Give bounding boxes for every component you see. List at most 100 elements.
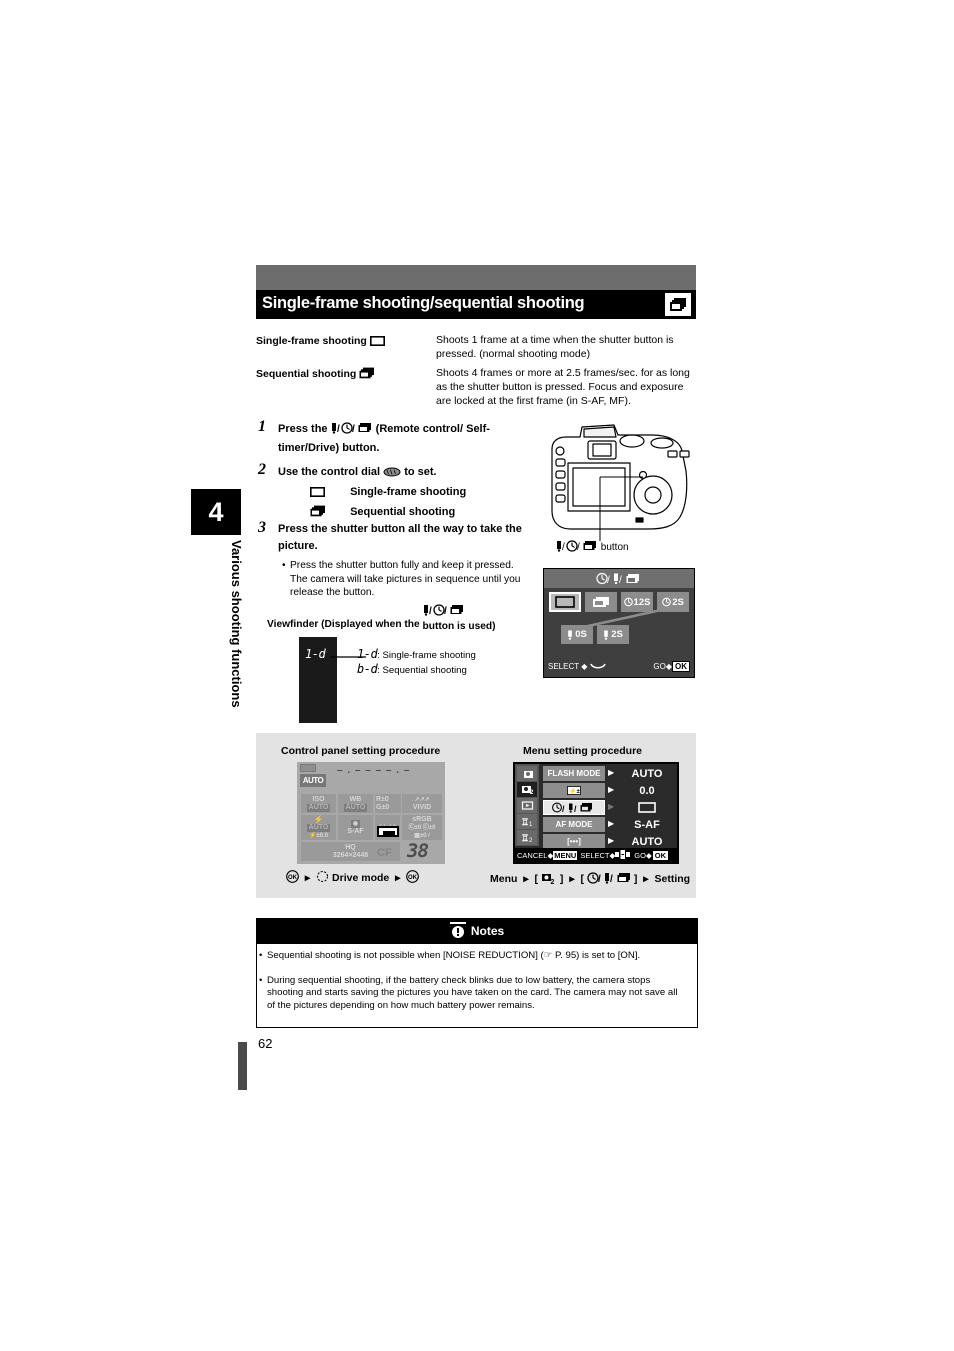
viewfinder-legend-label-single: : Single-frame shooting bbox=[377, 650, 476, 661]
svg-text:/: / bbox=[610, 874, 613, 884]
control-panel-wb-shift: R±0 G±0 bbox=[375, 794, 401, 813]
ok-badge[interactable]: OK bbox=[672, 661, 690, 672]
menu-value-flash-mode: AUTO bbox=[631, 767, 663, 780]
menu-row-flash-comp[interactable]: ⚡± ▶ 0.0 bbox=[543, 783, 675, 798]
control-panel-wb: WB AUTO bbox=[338, 794, 373, 813]
manual-page: 4 Various shooting functions Single-fram… bbox=[0, 0, 954, 1351]
viewfinder-value: 1-d bbox=[305, 647, 326, 661]
chevron-right-icon: ▶ bbox=[608, 836, 615, 845]
single-frame-icon bbox=[310, 487, 325, 500]
drive-lcd-option-remote-0s[interactable]: 0S bbox=[561, 625, 593, 644]
camera-illustration bbox=[540, 415, 700, 555]
camera-button-caption-label: button bbox=[600, 542, 629, 553]
page-number: 62 bbox=[258, 1036, 273, 1051]
note-item: • Sequential shooting is not possible wh… bbox=[259, 950, 641, 961]
single-frame-icon bbox=[369, 336, 385, 350]
menu-row-drive[interactable]: / / ▶ bbox=[543, 800, 675, 815]
drive-mode-lcd: / / 12S 2S 0S 2S SELECT ◆ GO◆ OK bbox=[543, 568, 695, 678]
control-panel-metering: ◉ S-AF bbox=[338, 815, 373, 840]
control-panel-flash: ⚡ AUTO ⚡±0.0 bbox=[301, 815, 336, 840]
notes-body: • Sequential shooting is not possible wh… bbox=[256, 944, 698, 1028]
svg-text:♖: ♖ bbox=[521, 833, 529, 843]
option-single-frame-label: Single-frame shooting bbox=[350, 486, 467, 498]
definition-body-single: Shoots 1 frame at a time when the shutte… bbox=[436, 334, 674, 361]
shooting-menu-2-icon: 2 bbox=[538, 873, 560, 886]
ok-button-icon: OK bbox=[406, 870, 420, 884]
menu-tab-setup2[interactable]: ♖ 2 bbox=[517, 830, 537, 845]
drive-lcd-footer-right: GO◆ OK bbox=[653, 661, 690, 672]
dial-icon: ◆ bbox=[581, 662, 606, 671]
viewfinder-caption: Viewfinder (Displayed when the / / butto… bbox=[267, 604, 496, 632]
control-panel-mode: AUTO bbox=[300, 774, 326, 787]
svg-text:/: / bbox=[562, 804, 565, 813]
option-sequential: Sequential shooting bbox=[310, 505, 455, 520]
svg-text:2: 2 bbox=[530, 790, 534, 795]
page-title: Single-frame shooting/sequential shootin… bbox=[262, 294, 585, 312]
sequential-shooting-icon bbox=[310, 505, 326, 520]
svg-text:/: / bbox=[444, 606, 447, 616]
viewfinder-legend-single: 1-d: Single-frame shooting bbox=[357, 647, 476, 663]
svg-text:1: 1 bbox=[529, 822, 533, 827]
menu-badge[interactable]: MENU bbox=[553, 850, 578, 860]
control-panel-caption: OK ▸ Drive mode ▸ OK bbox=[286, 870, 420, 884]
viewfinder-legend-sequential: b-d: Sequential shooting bbox=[357, 662, 467, 678]
notes-header: Notes bbox=[256, 918, 698, 944]
viewfinder-display: 1-d bbox=[299, 637, 337, 723]
menu-row-flash-mode[interactable]: FLASH MODE ▶ AUTO bbox=[543, 766, 675, 781]
control-panel-picture-mode: ↗↗↗ VIVID bbox=[402, 794, 442, 813]
menu-tab-setup1[interactable]: ♖ 1 bbox=[517, 814, 537, 829]
menu-label-flash-mode: FLASH MODE bbox=[543, 766, 605, 781]
drive-lcd-option-remote-2s[interactable]: 2S bbox=[597, 625, 629, 644]
menu-value-af-area: AUTO bbox=[631, 835, 663, 848]
control-panel-frames: 38 bbox=[407, 840, 429, 862]
step-3-bullet: • Press the shutter button fully and kee… bbox=[282, 560, 521, 599]
sequential-shooting-icon bbox=[359, 367, 375, 383]
drive-lcd-label-2s: 2S bbox=[672, 596, 684, 608]
menu-value-flash-comp: 0.0 bbox=[639, 784, 655, 797]
menu-tab-shooting1[interactable] bbox=[517, 766, 537, 781]
viewfinder-legend-code-seq: b-d bbox=[357, 662, 378, 676]
remote-selftimer-drive-icon: / / button is used) bbox=[422, 604, 496, 632]
chapter-number: 4 bbox=[208, 496, 224, 527]
svg-text:OK: OK bbox=[408, 875, 418, 881]
menu-procedure-caption: Menu ▸ [ 2 ] ▸ [ / / ] ▸ Setting bbox=[490, 872, 691, 886]
menu-tab-playback[interactable] bbox=[517, 798, 537, 813]
step-text-3: Press the shutter button all the way to … bbox=[278, 523, 522, 552]
ok-badge[interactable]: OK bbox=[651, 849, 669, 861]
menu-value-af-mode: S-AF bbox=[634, 818, 660, 831]
control-panel-display: – . – – – – . – AUTO ISO AUTO WB AUTO R±… bbox=[297, 762, 445, 864]
ok-button-icon: OK bbox=[286, 870, 302, 884]
svg-text:/: / bbox=[619, 575, 622, 585]
option-single-frame: Single-frame shooting bbox=[310, 486, 466, 500]
svg-text:OK: OK bbox=[288, 875, 298, 881]
definition-term-sequential: Sequential shooting bbox=[256, 367, 375, 383]
menu-display: 2 ♖ 1 ♖ 2 FLASH MODE ▶ AUTO ⚡± ▶ 0.0 / /… bbox=[513, 762, 679, 864]
menu-label-drive: / / bbox=[543, 800, 605, 815]
svg-text:/: / bbox=[352, 424, 355, 434]
page-marker bbox=[238, 1042, 247, 1090]
step-text-1: Press the / / (Remote control/ Self-time… bbox=[278, 422, 490, 454]
definition-body-sequential: Shoots 4 frames or more at 2.5 frames/se… bbox=[436, 367, 690, 408]
menu-row-af-mode[interactable]: AF MODE ▶ S-AF bbox=[543, 817, 675, 832]
menu-tab-shooting2[interactable]: 2 bbox=[517, 782, 537, 797]
drive-lcd-label-0s: 0S bbox=[575, 629, 587, 640]
svg-text:/: / bbox=[562, 542, 565, 552]
control-panel-caption-label: Drive mode bbox=[332, 872, 390, 884]
viewfinder-legend-code-single: 1-d bbox=[357, 647, 378, 661]
menu-row-af-area[interactable]: [•••] ▶ AUTO bbox=[543, 834, 675, 849]
drive-lcd-footer: SELECT ◆ GO◆ OK bbox=[544, 661, 694, 675]
control-panel-top-dashes: – . – – – – . – bbox=[337, 765, 411, 776]
remote-selftimer-drive-icon: / / bbox=[584, 872, 634, 885]
svg-text:⚡±: ⚡± bbox=[569, 787, 580, 795]
note-item: • During sequential shooting, if the bat… bbox=[259, 975, 678, 1011]
definition-term-single: Single-frame shooting bbox=[256, 334, 385, 350]
control-panel-heading: Control panel setting procedure bbox=[281, 745, 441, 757]
svg-text:♖: ♖ bbox=[521, 817, 529, 827]
viewfinder-legend-label-seq: : Sequential shooting bbox=[377, 665, 467, 676]
sequential-shooting-icon bbox=[665, 293, 691, 316]
option-sequential-label: Sequential shooting bbox=[350, 506, 456, 518]
battery-icon bbox=[300, 764, 316, 772]
menu-value-drive bbox=[619, 800, 675, 815]
exclamation-icon bbox=[449, 921, 466, 941]
step-number-3: 3 bbox=[258, 519, 266, 536]
